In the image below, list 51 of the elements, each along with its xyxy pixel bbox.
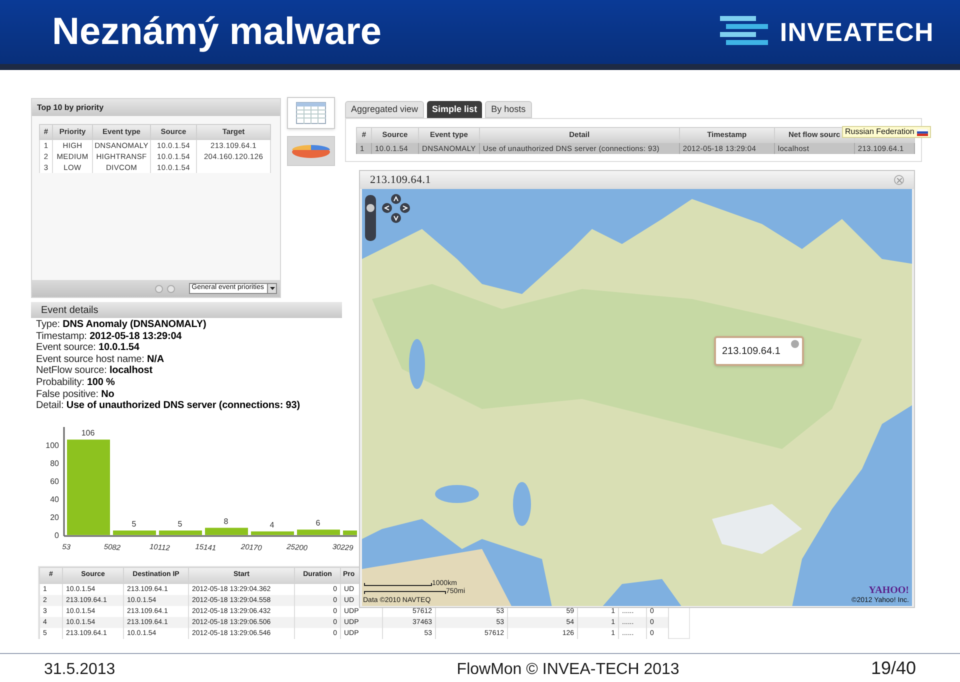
histogram-bar	[113, 530, 156, 535]
footer-date: 31.5.2013	[44, 660, 116, 680]
panel-title: Top 10 by priority	[37, 102, 104, 114]
logo-icon	[720, 16, 768, 48]
histogram-bar	[251, 531, 294, 535]
table-icon	[296, 102, 326, 124]
detail-line: Probability: 100 %	[36, 376, 116, 389]
y-tick-label: 80	[50, 458, 59, 468]
slide-title: Neznámý malware	[52, 10, 382, 54]
view-toggle-button[interactable]	[287, 136, 335, 166]
bar-value-label: 5	[178, 520, 182, 528]
detail-line: NetFlow source: localhost	[36, 365, 154, 377]
popup-text: 213.109.64.1	[722, 344, 780, 358]
detail-line: Event source host name: N/A	[36, 354, 165, 366]
pie-chart-icon	[291, 143, 331, 159]
histogram-bar	[159, 530, 202, 535]
y-tick-label: 40	[50, 494, 59, 504]
tab[interactable]: By hosts	[485, 101, 532, 118]
view-toggle-button[interactable]	[287, 97, 335, 129]
bar-value-label: 8	[224, 516, 228, 526]
histogram-bar	[205, 528, 248, 535]
bar-value-label: 6	[316, 518, 320, 528]
detail-line: Type: DNS Anomaly (DNSANOMALY)	[36, 319, 208, 331]
map-navigation-control[interactable]	[365, 193, 413, 243]
detail-line: Timestamp: 2012-05-18 13:29:04	[36, 330, 183, 342]
dropdown-icon	[267, 284, 276, 293]
detail-line: Event source: 10.0.1.54	[36, 342, 140, 354]
histogram-bar	[343, 530, 357, 535]
detail-line: Detail: Use of unauthorized DNS server (connections: 93)	[36, 400, 301, 412]
y-tick-label: 100	[46, 440, 59, 450]
y-tick-label: 20	[50, 512, 59, 522]
flag-icon	[917, 128, 928, 136]
close-icon[interactable]	[894, 175, 904, 185]
window-title: 213.109.64.1	[370, 172, 432, 188]
tab[interactable]: Simple list	[427, 101, 482, 118]
bar-value-label: 5	[132, 520, 136, 528]
y-tick-label: 60	[50, 476, 59, 486]
close-icon[interactable]	[791, 340, 799, 348]
map-logo: YAHOO!	[868, 584, 909, 596]
tooltip: Russian Federation	[842, 126, 932, 138]
panel-title: Event details	[41, 304, 98, 318]
logo-text: INVEATECH	[780, 16, 934, 48]
footer-text: FlowMon © INVEA-TECH 2013	[456, 660, 680, 680]
y-tick-label: 0	[54, 530, 59, 540]
bar-value-label: 4	[270, 520, 274, 530]
detail-line: False positive: No	[36, 388, 116, 400]
tab[interactable]: Aggregated view	[345, 101, 424, 118]
scale-bar	[364, 582, 432, 586]
histogram-bar	[297, 530, 340, 535]
page-number: 19/40	[870, 656, 916, 680]
bar-value-label: 106	[81, 428, 95, 438]
